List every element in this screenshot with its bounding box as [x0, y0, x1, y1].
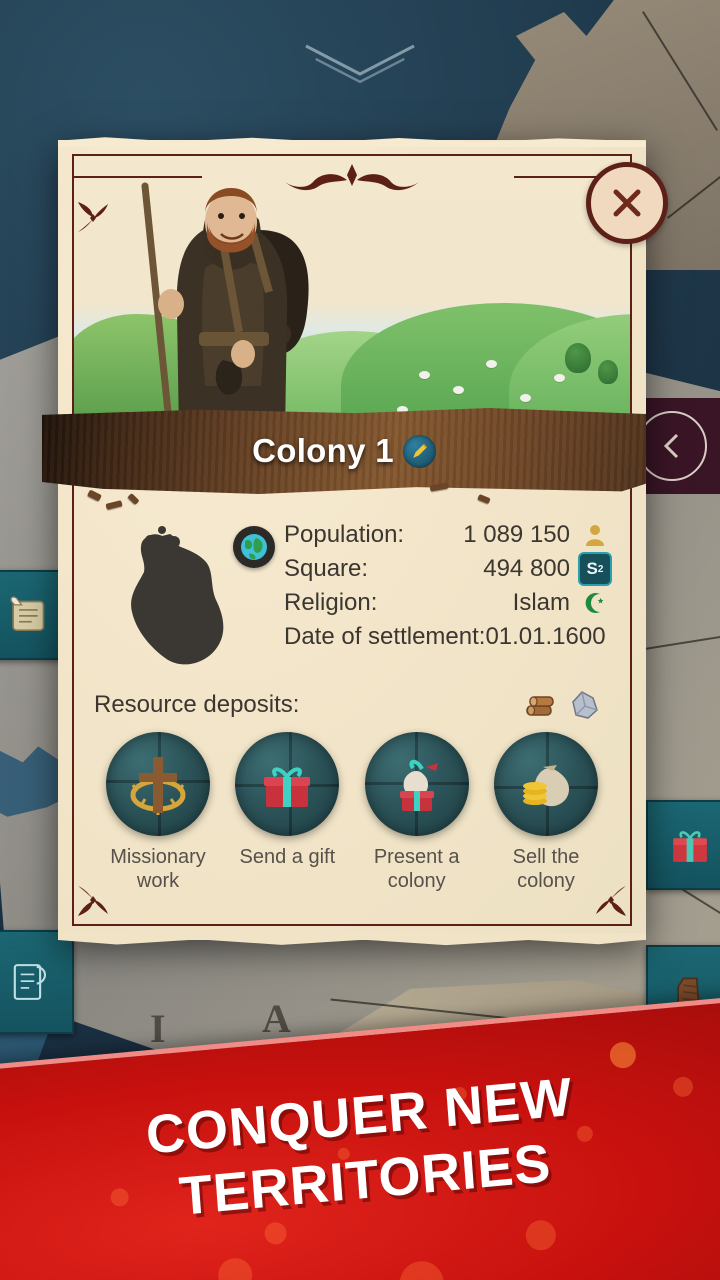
colony-title-banner: Colony 1	[42, 408, 646, 494]
map-label-letter-1: I	[150, 1006, 168, 1051]
territory-silhouette-icon	[131, 526, 224, 665]
square-badge-exponent: 2	[597, 563, 604, 575]
flourish-ornament-icon	[285, 164, 419, 191]
globe-button[interactable]	[233, 526, 275, 568]
colony-actions-row: Missionary work Send a gift Present a co…	[88, 732, 616, 893]
square-area-badge: S2	[578, 552, 612, 586]
panel-header-art	[72, 154, 632, 440]
action-send-a-gift[interactable]: Send a gift	[223, 732, 351, 893]
action-missionary-work[interactable]: Missionary work	[94, 732, 222, 893]
stat-value: 01.01.1600	[485, 623, 606, 650]
stat-row-square: Square: 494 800 S2	[284, 552, 612, 586]
stat-label: Square:	[284, 555, 369, 582]
action-label: Present a colony	[373, 846, 460, 892]
stat-row-religion: Religion: Islam	[284, 586, 612, 620]
gift-box-icon	[673, 831, 707, 862]
stat-row-population: Population: 1 089 150	[284, 518, 612, 552]
wood-logs-icon	[526, 696, 554, 716]
sidebar-item-document-quill[interactable]	[0, 930, 74, 1034]
square-badge-letter: S	[586, 559, 598, 578]
wood-chip-1	[87, 489, 102, 502]
resource-deposits-label: Resource deposits:	[94, 691, 300, 718]
edit-name-button[interactable]	[402, 434, 436, 468]
gift-box-icon	[264, 767, 311, 807]
map-label-letter-2: A	[262, 996, 293, 1041]
scroll-quill-icon	[10, 596, 45, 632]
resource-deposits-icons	[522, 688, 612, 722]
pencil-edit-icon	[413, 443, 428, 458]
action-present-a-colony[interactable]: Present a colony	[353, 732, 481, 893]
sidebar-item-gift[interactable]	[646, 800, 720, 890]
action-icon-bg	[493, 732, 598, 836]
missionary-monk-illustration	[141, 182, 309, 434]
action-label: Send a gift	[239, 846, 336, 868]
close-button[interactable]	[586, 162, 668, 244]
globe-icon	[241, 534, 267, 560]
money-bag-coins-icon	[522, 765, 569, 807]
stat-label: Date of settlement:	[284, 623, 486, 650]
panel-body: Population: 1 089 150 Square: 494 800 S2	[88, 510, 616, 900]
wood-chip-3	[127, 493, 140, 505]
header-rule-left	[72, 176, 202, 178]
action-label: Sell the colony	[512, 846, 580, 892]
chevron-double-down-icon[interactable]	[300, 40, 420, 90]
colony-stats-list: Population: 1 089 150 Square: 494 800 S2	[284, 518, 612, 654]
promo-banner-text: CONQUER NEW TERRITORIES	[0, 1048, 720, 1249]
stat-row-date: Date of settlement: 01.01.1600	[284, 620, 612, 654]
back-button-circle	[637, 411, 707, 481]
action-icon-bg	[106, 732, 210, 836]
gift-handover-icon	[399, 759, 438, 811]
page-title: Colony 1	[252, 432, 394, 469]
action-icon-bg	[364, 732, 469, 836]
panel-title-row: Colony 1	[252, 432, 436, 470]
screen-root: I A Colony 1 Population: 1 089 150 Squar…	[0, 0, 720, 1280]
colony-detail-panel: Colony 1 Population: 1 089 150 Square: 4…	[42, 137, 668, 946]
stat-value: 494 800	[483, 555, 570, 582]
stat-label: Religion:	[284, 589, 378, 616]
stat-label: Population:	[284, 521, 405, 548]
action-sell-the-colony[interactable]: Sell the colony	[482, 732, 610, 893]
stat-value: Islam	[512, 589, 570, 616]
corner-ornament-top-left	[78, 202, 108, 232]
cross-thorns-icon	[130, 757, 186, 815]
action-icon-bg	[235, 732, 340, 836]
wood-chip-5	[477, 493, 491, 505]
action-label: Missionary work	[110, 846, 206, 892]
document-quill-icon	[13, 964, 47, 1000]
wood-chip-2	[105, 500, 123, 510]
close-x-icon	[613, 189, 641, 217]
chevron-left-icon	[663, 433, 679, 459]
stat-value: 1 089 150	[463, 521, 570, 548]
resource-deposits-row: Resource deposits:	[94, 688, 612, 722]
stone-ore-icon	[572, 691, 598, 719]
crescent-moon-icon	[578, 586, 612, 620]
stat-icon-empty	[614, 620, 648, 654]
population-person-icon	[578, 518, 612, 552]
